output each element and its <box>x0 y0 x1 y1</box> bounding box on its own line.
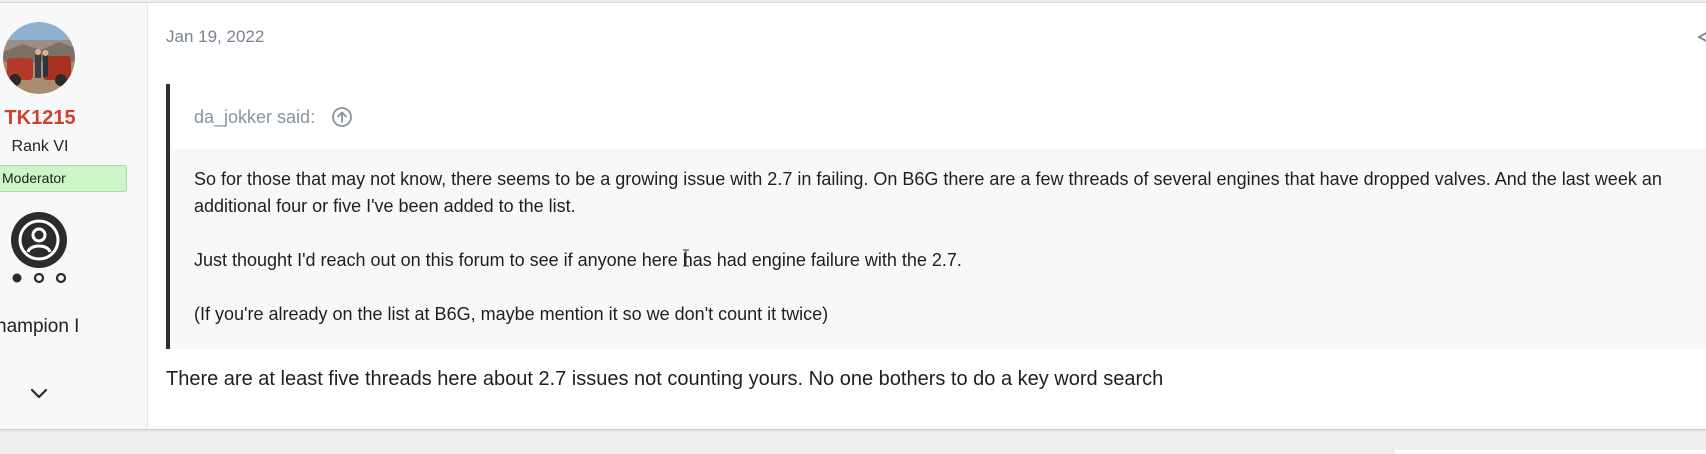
post-message: There are at least five threads here abo… <box>166 368 1164 390</box>
page-footer-edge <box>1395 450 1706 454</box>
forum-post: TK1215 Rank VI Moderator hampion I Jan 1… <box>0 2 1706 430</box>
trophy-progress-dots <box>12 272 67 284</box>
username[interactable]: TK1215 <box>0 107 80 130</box>
quote-author[interactable]: da_jokker said: <box>194 107 315 128</box>
quote-paragraph: So for those that may not know, there se… <box>194 169 1662 216</box>
share-icon[interactable] <box>1696 29 1706 45</box>
quote-header: da_jokker said: <box>170 84 1706 149</box>
trophy-title: hampion I <box>0 316 80 337</box>
user-rank: Rank VI <box>11 138 69 155</box>
quote-paragraph: Just thought I'd reach out on this forum… <box>194 250 962 270</box>
text-cursor-icon <box>683 249 689 267</box>
chevron-down-icon[interactable] <box>26 383 52 405</box>
avatar-image <box>3 22 75 94</box>
post-date[interactable]: Jan 19, 2022 <box>166 27 264 47</box>
quote-body: So for those that may not know, there se… <box>194 166 1706 355</box>
quote-paragraph: (If you're already on the list at B6G, m… <box>194 304 829 324</box>
moderator-badge: Moderator <box>0 165 127 192</box>
trophy-user-icon[interactable] <box>11 212 67 268</box>
arrow-up-circle-icon[interactable] <box>331 106 353 128</box>
blockquote: da_jokker said: So for those that may no… <box>166 84 1706 349</box>
user-avatar[interactable] <box>3 22 75 94</box>
user-info-column: TK1215 Rank VI Moderator hampion I <box>0 3 148 429</box>
